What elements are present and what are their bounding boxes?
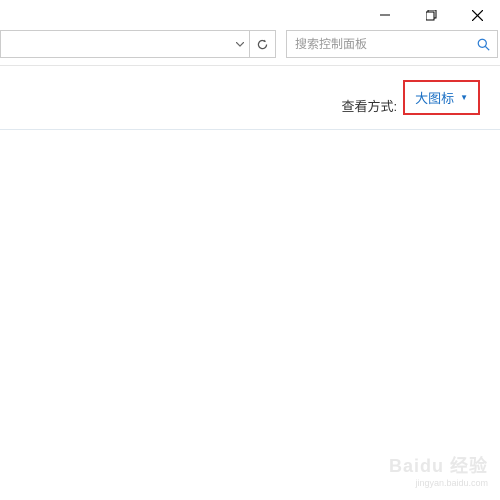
maximize-button[interactable]: [408, 0, 454, 30]
watermark-url: jingyan.baidu.com: [389, 478, 488, 490]
search-input[interactable]: [287, 31, 469, 57]
search-box: [286, 30, 498, 58]
search-icon[interactable]: [469, 31, 497, 57]
view-mode-value: 大图标: [415, 88, 454, 107]
refresh-button[interactable]: [249, 31, 275, 57]
caret-down-icon: ▼: [460, 93, 468, 102]
address-content[interactable]: [1, 31, 231, 57]
watermark-brand: Baidu 经验: [389, 455, 488, 478]
toolbar: [0, 30, 500, 66]
watermark: Baidu 经验 jingyan.baidu.com: [389, 455, 488, 490]
view-mode-bar: 查看方式: 大图标 ▼: [0, 66, 500, 130]
view-mode-dropdown[interactable]: 大图标 ▼: [403, 80, 480, 115]
address-bar[interactable]: [0, 30, 276, 58]
close-button[interactable]: [454, 0, 500, 30]
window-titlebar: [0, 0, 500, 30]
minimize-button[interactable]: [362, 0, 408, 30]
view-mode-label: 查看方式:: [341, 96, 397, 115]
chevron-down-icon[interactable]: [231, 31, 249, 57]
